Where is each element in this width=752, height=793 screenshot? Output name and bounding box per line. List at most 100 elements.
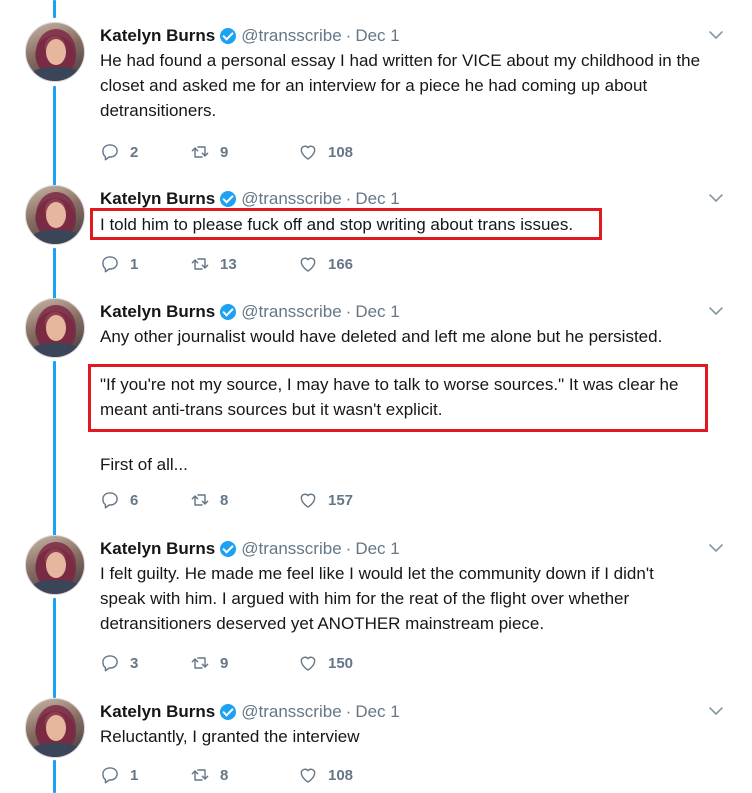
tweet-text-line: speak with him. I argued with him for th… [100,589,630,608]
retweet-button[interactable]: 8 [190,765,298,785]
author-name[interactable]: Katelyn Burns [100,702,215,722]
retweet-icon [191,657,209,669]
avatar[interactable] [25,185,85,245]
reply-icon [102,492,118,509]
tweet-header: Katelyn Burns @transscribe · Dec 1 [100,701,400,723]
tweet-text-line: I told him to please fuck off and stop w… [100,215,574,234]
avatar[interactable] [25,298,85,358]
verified-badge-icon [220,304,237,320]
like-button[interactable]: 108 [298,142,388,162]
like-button[interactable]: 150 [298,653,388,673]
retweet-count: 8 [220,766,229,784]
separator-dot: · [345,189,352,208]
author-name[interactable]: Katelyn Burns [100,302,215,322]
tweet-date[interactable]: Dec 1 [355,26,399,46]
quoted-text: "If you're not my source, I may have to … [100,372,730,422]
tweet-actions: 1 8 108 [100,763,388,787]
like-count: 157 [328,491,354,509]
tweet-actions: 6 8 157 [100,488,388,512]
retweet-button[interactable]: 9 [190,653,298,673]
tweet-actions: 2 9 108 [100,140,388,164]
tweet-text: Reluctantly, I granted the interview [100,724,730,749]
like-count: 108 [328,143,354,161]
quoted-text-line: meant anti-trans sources but it wasn't e… [100,400,443,419]
like-count: 108 [328,766,354,784]
author-name[interactable]: Katelyn Burns [100,189,215,209]
reply-button[interactable]: 1 [100,765,190,785]
tweet-text-line: I felt guilty. He made me feel like I wo… [100,564,654,583]
retweet-icon [191,769,209,781]
tweet-text-followup: First of all... [100,452,730,477]
verified-badge-icon [220,704,237,720]
author-handle[interactable]: @transscribe [241,702,341,722]
tweet-text-line: closet and asked me for an interview for… [100,76,648,95]
tweet-date[interactable]: Dec 1 [355,539,399,559]
tweet-date[interactable]: Dec 1 [355,189,399,209]
tweet-date[interactable]: Dec 1 [355,302,399,322]
tweet-date[interactable]: Dec 1 [355,702,399,722]
avatar[interactable] [25,698,85,758]
separator-dot: · [345,539,352,558]
reply-count: 3 [130,654,139,672]
chevron-down-icon[interactable] [708,540,724,556]
reply-button[interactable]: 1 [100,254,190,274]
tweet[interactable]: Katelyn Burns @transscribe · Dec 1 Any o… [0,298,752,520]
tweet[interactable]: Katelyn Burns @transscribe · Dec 1 He ha… [0,22,752,172]
like-button[interactable]: 108 [298,765,388,785]
reply-icon [102,655,118,672]
chevron-down-icon[interactable] [708,703,724,719]
separator-dot: · [345,702,352,721]
tweet[interactable]: Katelyn Burns @transscribe · Dec 1 I tol… [0,185,752,285]
reply-count: 1 [130,255,139,273]
quoted-text-line: "If you're not my source, I may have to … [100,375,679,394]
author-handle[interactable]: @transscribe [241,189,341,209]
reply-count: 6 [130,491,139,509]
separator-dot: · [345,302,352,321]
tweet-actions: 1 13 166 [100,252,388,276]
avatar[interactable] [25,535,85,595]
chevron-down-icon[interactable] [708,303,724,319]
author-handle[interactable]: @transscribe [241,302,341,322]
retweet-count: 9 [220,654,229,672]
tweet-text-line: First of all... [100,455,188,474]
reply-icon [102,767,118,784]
heart-icon [300,257,316,272]
author-name[interactable]: Katelyn Burns [100,539,215,559]
avatar[interactable] [25,22,85,82]
like-count: 150 [328,654,354,672]
author-handle[interactable]: @transscribe [241,539,341,559]
tweet-header: Katelyn Burns @transscribe · Dec 1 [100,188,400,210]
tweet-text-line: Any other journalist would have deleted … [100,327,663,346]
tweet[interactable]: Katelyn Burns @transscribe · Dec 1 I fel… [0,535,752,685]
heart-icon [300,145,316,160]
tweet-text-line: detransitioners deserved yet ANOTHER mai… [100,614,545,633]
retweet-icon [191,258,209,270]
chevron-down-icon[interactable] [708,27,724,43]
reply-button[interactable]: 6 [100,490,190,510]
like-button[interactable]: 166 [298,254,388,274]
retweet-icon [191,146,209,158]
heart-icon [300,656,316,671]
reply-icon [102,144,118,161]
separator-dot: · [345,26,352,45]
author-name[interactable]: Katelyn Burns [100,26,215,46]
like-button[interactable]: 157 [298,490,388,510]
reply-count: 2 [130,143,139,161]
reply-icon [102,256,118,273]
retweet-icon [191,494,209,506]
tweet[interactable]: Katelyn Burns @transscribe · Dec 1 Reluc… [0,698,752,793]
retweet-button[interactable]: 9 [190,142,298,162]
reply-button[interactable]: 2 [100,142,190,162]
author-handle[interactable]: @transscribe [241,26,341,46]
chevron-down-icon[interactable] [708,190,724,206]
tweet-text: He had found a personal essay I had writ… [100,48,730,123]
reply-button[interactable]: 3 [100,653,190,673]
tweet-header: Katelyn Burns @transscribe · Dec 1 [100,538,400,560]
tweet-text-line: detransitioners. [100,101,217,120]
tweet-header: Katelyn Burns @transscribe · Dec 1 [100,25,400,47]
verified-badge-icon [220,541,237,557]
tweet-text: I felt guilty. He made me feel like I wo… [100,561,730,636]
retweet-button[interactable]: 13 [190,254,298,274]
heart-icon [300,493,316,508]
retweet-button[interactable]: 8 [190,490,298,510]
